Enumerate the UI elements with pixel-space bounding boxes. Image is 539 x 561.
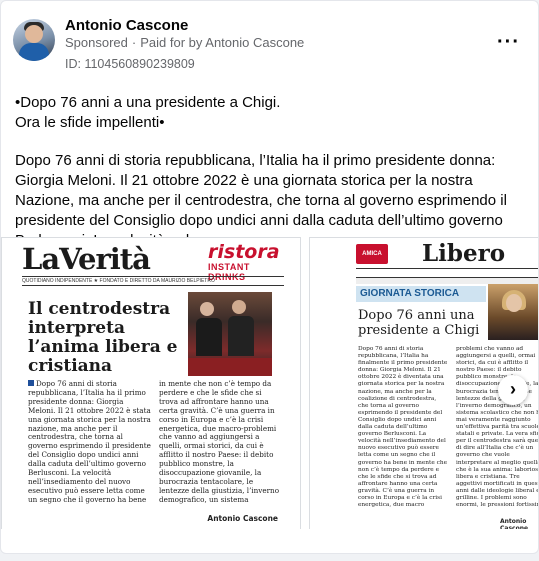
- image-carousel: LaVerità ristora INSTANT DRINKS QUOTIDIA…: [1, 237, 538, 529]
- sponsored-post-card: Antonio Cascone Sponsored · Paid for by An…: [0, 0, 539, 554]
- la-verita-article-text: Dopo 76 anni di storia repubblicana, l’I…: [28, 380, 280, 504]
- author-name[interactable]: Antonio Cascone: [65, 17, 188, 34]
- libero-signature: Antonio Cascone: [500, 518, 529, 529]
- la-verita-masthead: LaVerità: [22, 242, 151, 276]
- photo-face: [232, 300, 246, 314]
- libero-photo: [488, 284, 538, 340]
- ristora-brand: ristora: [208, 241, 280, 263]
- ristora-ad: ristora INSTANT DRINKS: [208, 241, 284, 282]
- post-text: •Dopo 76 anni a una presidente a Chigi. …: [15, 93, 525, 251]
- photo-face: [506, 294, 522, 312]
- photo-face: [200, 302, 214, 316]
- post-text-paragraph: Dopo 76 anni di storia repubblicana, l’I…: [15, 152, 507, 249]
- libero-section-label: GIORNATA STORICA: [356, 286, 486, 302]
- post-text-line-1: •Dopo 76 anni a una presidente a Chigi.: [15, 94, 281, 111]
- photo-figure: [196, 318, 222, 356]
- la-verita-dateline: QUOTIDIANO INDIPENDENTE ★ FONDATO E DIRE…: [22, 276, 284, 286]
- chevron-right-icon[interactable]: ›: [498, 375, 528, 405]
- amica-chips-ad: AMICA chips: [356, 244, 388, 277]
- photo-figure: [228, 316, 254, 356]
- libero-masthead: Libero: [422, 240, 506, 267]
- sponsored-label[interactable]: Sponsored: [65, 35, 128, 50]
- bullet-square-icon: [28, 380, 34, 386]
- more-horizontal-icon[interactable]: ···: [497, 31, 520, 54]
- post-header: Antonio Cascone Sponsored · Paid for by An…: [13, 13, 526, 73]
- la-verita-signature: Antonio Cascone: [207, 514, 278, 523]
- libero-headline: Dopo 76 anni una presidente a Chigi: [358, 308, 480, 338]
- la-verita-photo: [188, 292, 272, 376]
- la-verita-headline: Il centrodestra interpreta l’anima liber…: [28, 299, 178, 376]
- photo-table: [188, 358, 272, 376]
- avatar[interactable]: [13, 19, 55, 61]
- libero-article-body: Dopo 76 anni di storia repubblicana, l’I…: [358, 346, 538, 509]
- carousel-slide-la-verita[interactable]: LaVerità ristora INSTANT DRINKS QUOTIDIA…: [1, 237, 301, 529]
- post-text-line-2: Ora le sfide impellenti•: [15, 114, 165, 131]
- la-verita-article-body: Dopo 76 anni di storia repubblicana, l’I…: [28, 380, 282, 512]
- libero-dateline: [356, 268, 538, 278]
- meta-separator: ·: [131, 35, 137, 50]
- avatar-head: [25, 25, 43, 43]
- post-meta: Sponsored · Paid for by Antonio Cascone: [65, 35, 304, 50]
- avatar-body: [19, 43, 49, 61]
- ad-id: ID: 1104560890239809: [65, 57, 195, 71]
- paid-for-label: Paid for by Antonio Cascone: [140, 35, 305, 50]
